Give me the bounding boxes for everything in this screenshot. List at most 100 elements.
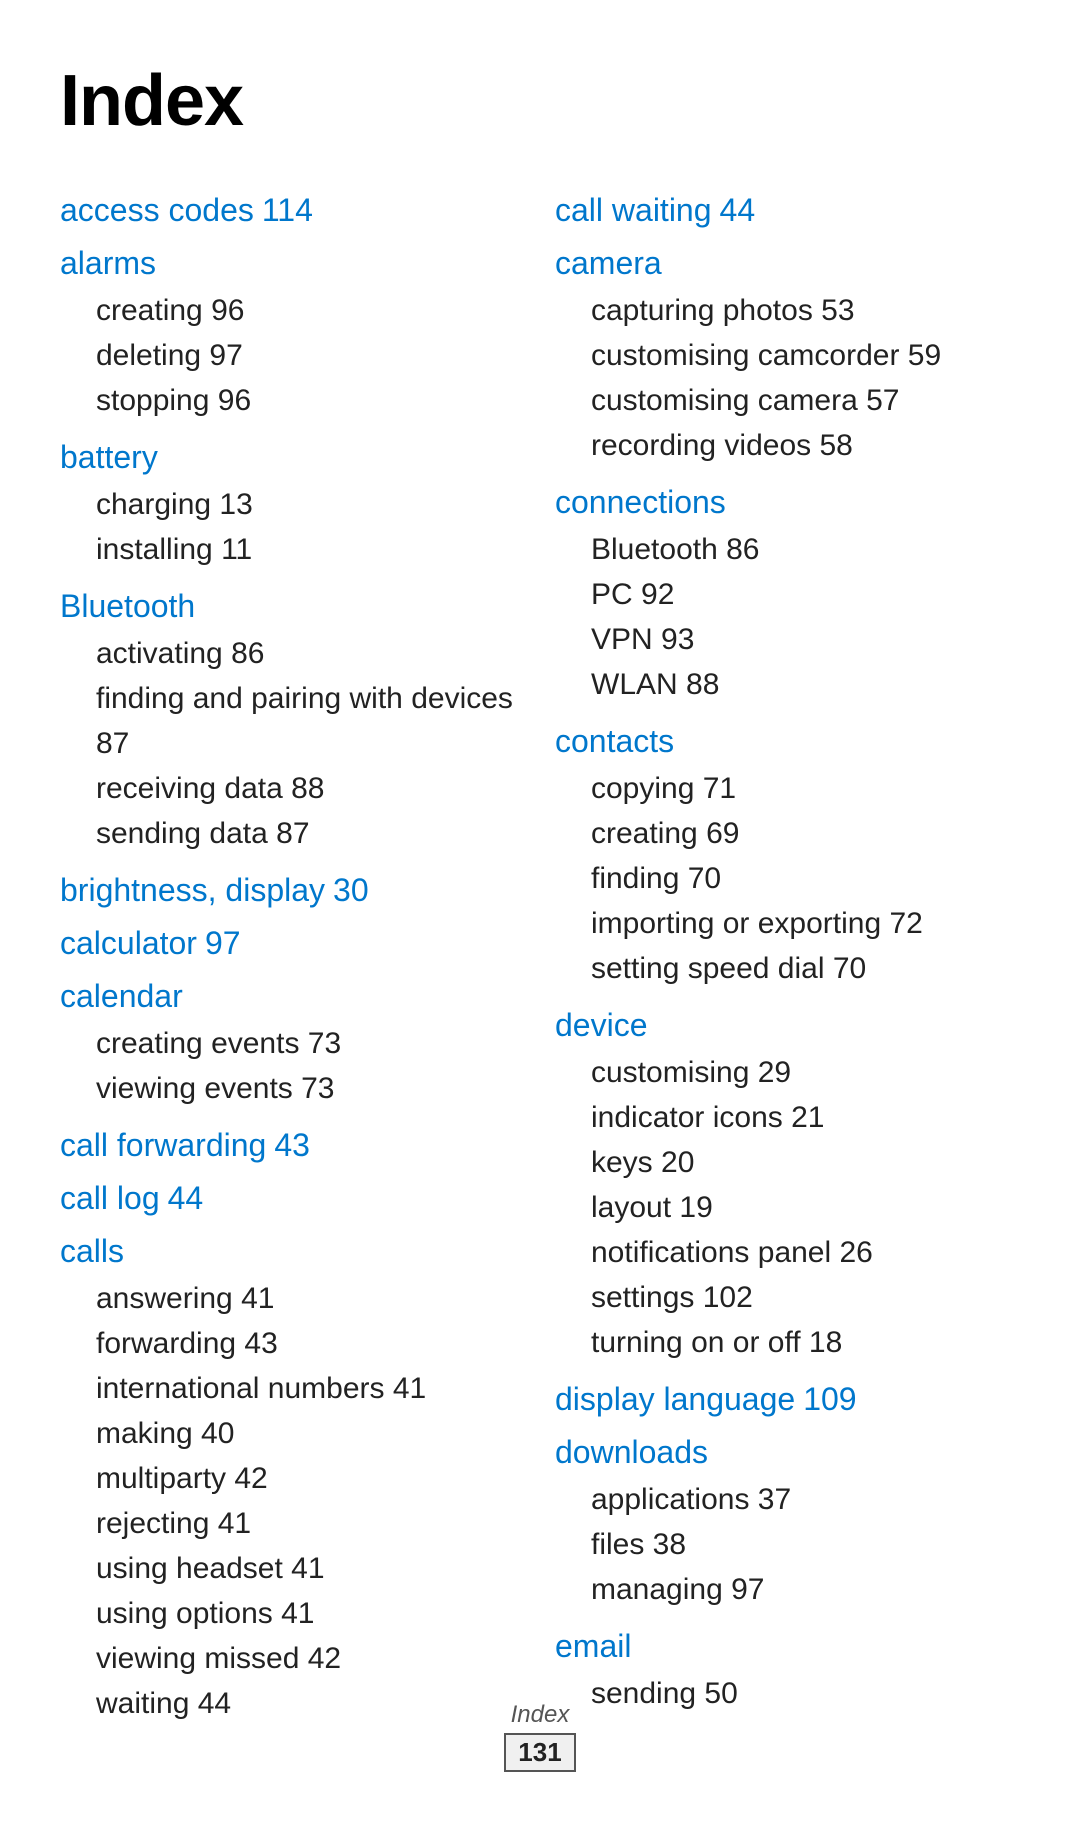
index-section-bluetooth: Bluetooth activating 86finding and pairin… <box>60 588 525 856</box>
index-section-battery: battery charging 13installing 11 <box>60 439 525 572</box>
sub-entry: stopping 96 <box>60 378 525 423</box>
index-section-display-language: display language109 <box>555 1381 1020 1418</box>
sub-entry: viewing missed 42 <box>60 1636 525 1681</box>
sub-entries-battery: charging 13installing 11 <box>60 482 525 572</box>
sub-entries-calendar: creating events 73viewing events 73 <box>60 1021 525 1111</box>
index-term-access-codes: access codes <box>60 192 254 228</box>
index-term-device: device <box>555 1007 648 1043</box>
sub-entry: finding 70 <box>555 856 1020 901</box>
left-column: access codes114 alarmscreating 96deleting… <box>60 192 555 1742</box>
sub-entry: charging 13 <box>60 482 525 527</box>
page-title: Index <box>60 60 1020 142</box>
sub-entry: deleting 97 <box>60 333 525 378</box>
sub-entry: settings 102 <box>555 1275 1020 1320</box>
sub-entry: Bluetooth 86 <box>555 527 1020 572</box>
index-section-access-codes: access codes114 <box>60 192 525 229</box>
sub-entry: finding and pairing with devices 87 <box>60 676 525 766</box>
index-section-device: device customising 29indicator icons 21ke… <box>555 1007 1020 1365</box>
sub-entry: notifications panel 26 <box>555 1230 1020 1275</box>
sub-entry: PC 92 <box>555 572 1020 617</box>
sub-entries-contacts: copying 71creating 69finding 70importing… <box>555 766 1020 991</box>
index-term-number-calculator: 97 <box>205 925 241 961</box>
sub-entry: installing 11 <box>60 527 525 572</box>
index-term-number-brightness-display: 30 <box>333 872 369 908</box>
page-footer: Index 131 <box>0 1701 1080 1772</box>
index-term-call-log: call log <box>60 1180 160 1216</box>
sub-entry: creating 69 <box>555 811 1020 856</box>
sub-entry: rejecting 41 <box>60 1501 525 1546</box>
sub-entry: sending data 87 <box>60 811 525 856</box>
sub-entry: using headset 41 <box>60 1546 525 1591</box>
index-term-number-call-forwarding: 43 <box>274 1127 310 1163</box>
sub-entry: keys 20 <box>555 1140 1020 1185</box>
index-section-call-waiting: call waiting44 <box>555 192 1020 229</box>
index-section-brightness-display: brightness, display30 <box>60 872 525 909</box>
index-term-display-language: display language <box>555 1381 795 1417</box>
sub-entry: copying 71 <box>555 766 1020 811</box>
index-term-email: email <box>555 1628 631 1664</box>
sub-entry: forwarding 43 <box>60 1321 525 1366</box>
sub-entry: WLAN 88 <box>555 662 1020 707</box>
sub-entry: answering 41 <box>60 1276 525 1321</box>
sub-entry: creating 96 <box>60 288 525 333</box>
index-term-calendar: calendar <box>60 978 183 1014</box>
sub-entry: customising camcorder 59 <box>555 333 1020 378</box>
sub-entry: viewing events 73 <box>60 1066 525 1111</box>
index-term-call-forwarding: call forwarding <box>60 1127 266 1163</box>
index-term-camera: camera <box>555 245 662 281</box>
sub-entry: making 40 <box>60 1411 525 1456</box>
sub-entries-connections: Bluetooth 86PC 92VPN 93WLAN 88 <box>555 527 1020 707</box>
footer-page-number: 131 <box>504 1733 575 1772</box>
sub-entry: multiparty 42 <box>60 1456 525 1501</box>
index-term-number-call-waiting: 44 <box>720 192 756 228</box>
index-term-number-display-language: 109 <box>803 1381 856 1417</box>
sub-entry: capturing photos 53 <box>555 288 1020 333</box>
index-term-number-access-codes: 114 <box>262 192 313 228</box>
index-section-calculator: calculator97 <box>60 925 525 962</box>
index-term-connections: connections <box>555 484 726 520</box>
index-term-battery: battery <box>60 439 158 475</box>
sub-entry: customising 29 <box>555 1050 1020 1095</box>
index-section-camera: cameracapturing photos 53customising cam… <box>555 245 1020 468</box>
sub-entry: VPN 93 <box>555 617 1020 662</box>
index-section-call-forwarding: call forwarding43 <box>60 1127 525 1164</box>
sub-entry: turning on or off 18 <box>555 1320 1020 1365</box>
index-term-calculator: calculator <box>60 925 197 961</box>
sub-entry: files 38 <box>555 1522 1020 1567</box>
footer-label: Index <box>0 1701 1080 1729</box>
sub-entries-camera: capturing photos 53customising camcorder… <box>555 288 1020 468</box>
index-term-bluetooth: Bluetooth <box>60 588 195 624</box>
index-section-alarms: alarmscreating 96deleting 97stopping 96 <box>60 245 525 423</box>
index-section-connections: connections Bluetooth 86PC 92VPN 93WLAN 8… <box>555 484 1020 707</box>
sub-entry: applications 37 <box>555 1477 1020 1522</box>
sub-entry: managing 97 <box>555 1567 1020 1612</box>
index-term-downloads: downloads <box>555 1434 708 1470</box>
index-section-downloads: downloads applications 37files 38managing… <box>555 1434 1020 1612</box>
right-column: call waiting44cameracapturing photos 53c… <box>555 192 1020 1742</box>
index-section-contacts: contacts copying 71creating 69finding 70i… <box>555 723 1020 991</box>
sub-entry: setting speed dial 70 <box>555 946 1020 991</box>
sub-entry: layout 19 <box>555 1185 1020 1230</box>
sub-entry: indicator icons 21 <box>555 1095 1020 1140</box>
index-section-calls: calls answering 41forwarding 43internatio… <box>60 1233 525 1726</box>
index-section-call-log: call log44 <box>60 1180 525 1217</box>
sub-entries-bluetooth: activating 86finding and pairing with de… <box>60 631 525 856</box>
sub-entry: importing or exporting 72 <box>555 901 1020 946</box>
index-term-brightness-display: brightness, display <box>60 872 325 908</box>
index-section-calendar: calendar creating events 73viewing events… <box>60 978 525 1111</box>
sub-entry: international numbers 41 <box>60 1366 525 1411</box>
index-term-calls: calls <box>60 1233 124 1269</box>
sub-entry: recording videos 58 <box>555 423 1020 468</box>
sub-entries-alarms: creating 96deleting 97stopping 96 <box>60 288 525 423</box>
sub-entry: using options 41 <box>60 1591 525 1636</box>
index-term-contacts: contacts <box>555 723 674 759</box>
sub-entry: customising camera 57 <box>555 378 1020 423</box>
index-term-number-call-log: 44 <box>168 1180 204 1216</box>
sub-entry: creating events 73 <box>60 1021 525 1066</box>
sub-entries-calls: answering 41forwarding 43international n… <box>60 1276 525 1726</box>
index-term-call-waiting: call waiting <box>555 192 712 228</box>
sub-entries-downloads: applications 37files 38managing 97 <box>555 1477 1020 1612</box>
sub-entry: receiving data 88 <box>60 766 525 811</box>
sub-entry: activating 86 <box>60 631 525 676</box>
sub-entries-device: customising 29indicator icons 21keys 20l… <box>555 1050 1020 1365</box>
